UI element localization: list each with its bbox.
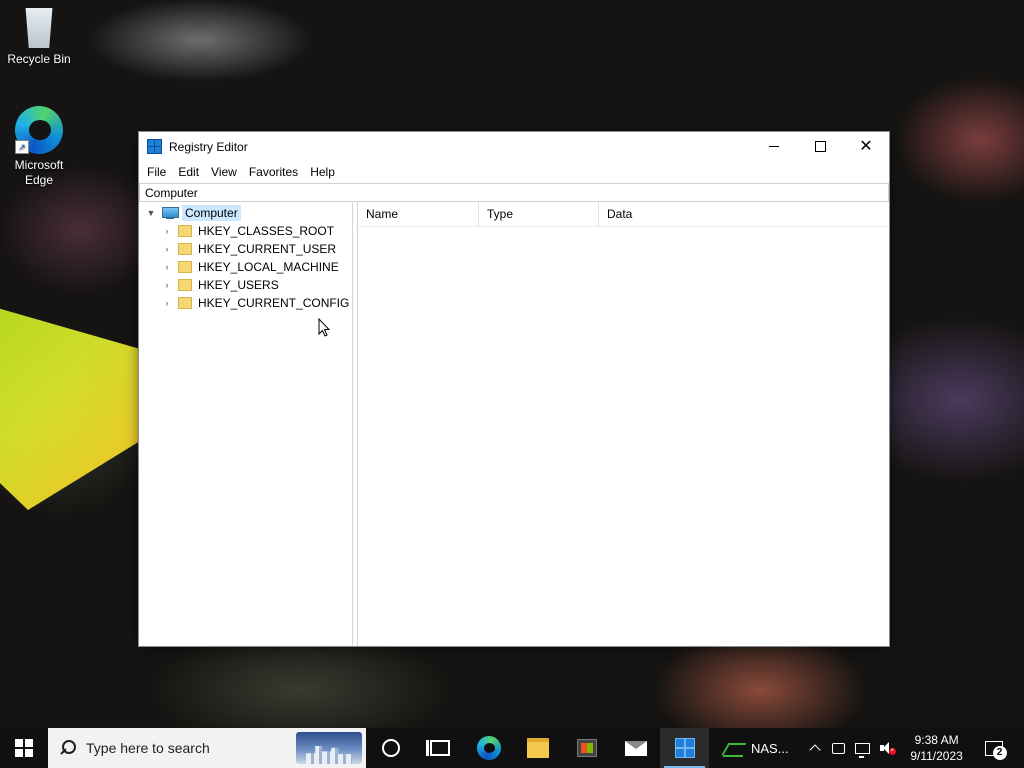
chevron-up-icon [808, 744, 821, 756]
expand-icon[interactable]: › [161, 261, 173, 273]
folder-icon [178, 225, 192, 237]
taskbar-file-explorer[interactable] [513, 728, 562, 768]
volume-button[interactable]: × [875, 728, 899, 768]
desktop-icon-recycle-bin[interactable]: Recycle Bin [1, 8, 77, 67]
registry-editor-icon [147, 139, 162, 154]
taskbar-mail[interactable] [611, 728, 660, 768]
values-list-pane[interactable]: Name Type Data [358, 202, 889, 646]
desktop-icon-label: Microsoft Edge [14, 158, 64, 187]
system-tray: × 9:38 AM 9/11/2023 2 [803, 728, 1015, 768]
column-header-type[interactable]: Type [479, 202, 599, 226]
registry-editor-icon [674, 738, 695, 758]
clock-time: 9:38 AM [914, 733, 959, 747]
start-button[interactable] [0, 728, 48, 768]
menu-favorites[interactable]: Favorites [243, 165, 304, 179]
collapse-icon[interactable]: ▼ [145, 207, 157, 219]
show-hidden-icons-button[interactable] [803, 728, 827, 768]
store-icon [576, 739, 597, 757]
desktop-icon-edge[interactable]: ↗ Microsoft Edge [1, 106, 77, 188]
tree-item-hkey-users[interactable]: › HKEY_USERS [139, 276, 352, 294]
wallpaper-fish [0, 303, 140, 510]
task-view-icon [425, 740, 450, 756]
taskbar-search-box[interactable]: Type here to search [48, 728, 366, 768]
window-title: Registry Editor [169, 139, 248, 154]
tree-pane[interactable]: ▼ Computer › HKEY_CLASSES_ROOT › HKEY_CU… [139, 202, 353, 646]
folder-icon [178, 297, 192, 309]
close-button[interactable]: ✕ [843, 132, 889, 161]
tree-item-hkey-classes-root[interactable]: › HKEY_CLASSES_ROOT [139, 222, 352, 240]
computer-icon [161, 207, 179, 219]
address-bar[interactable]: Computer [139, 183, 889, 202]
recycle-bin-icon [25, 8, 53, 48]
folder-icon [178, 261, 192, 273]
tree-item-label: HKEY_USERS [198, 278, 279, 292]
meet-now-icon [832, 742, 846, 754]
expand-icon[interactable]: › [161, 243, 173, 255]
shortcut-arrow-icon: ↗ [15, 140, 29, 154]
menu-bar: File Edit View Favorites Help [139, 161, 889, 183]
cortana-button[interactable] [366, 728, 415, 768]
list-header: Name Type Data [358, 202, 889, 227]
tree-item-computer[interactable]: ▼ Computer [139, 204, 352, 222]
network-icon [855, 742, 871, 758]
edge-icon [476, 736, 501, 760]
clock-date: 9/11/2023 [910, 749, 963, 763]
taskbar: Type here to search NAS... × 9:38 AM 9/1… [0, 728, 1024, 768]
address-text: Computer [145, 185, 198, 200]
taskbar-store[interactable] [562, 728, 611, 768]
mouse-cursor-icon [318, 317, 331, 342]
tree-item-label: HKEY_CURRENT_USER [198, 242, 337, 256]
tree-item-label: Computer [182, 205, 241, 221]
edge-icon: ↗ [15, 106, 63, 154]
expand-icon[interactable]: › [161, 297, 173, 309]
registry-editor-window: Registry Editor ✕ File Edit View Favorit… [138, 131, 890, 647]
close-icon: ✕ [859, 137, 873, 155]
taskbar-edge[interactable] [464, 728, 513, 768]
volume-muted-icon: × [879, 742, 896, 755]
network-button[interactable] [851, 728, 875, 768]
menu-help[interactable]: Help [304, 165, 341, 179]
meet-now-button[interactable] [827, 728, 851, 768]
file-explorer-icon [526, 738, 549, 758]
expand-icon[interactable]: › [161, 279, 173, 291]
tree-item-hkey-local-machine[interactable]: › HKEY_LOCAL_MACHINE [139, 258, 352, 276]
task-view-button[interactable] [415, 728, 464, 768]
expand-icon[interactable]: › [161, 225, 173, 237]
search-highlight-image [296, 732, 362, 764]
tree-item-label: HKEY_CLASSES_ROOT [198, 224, 335, 238]
menu-file[interactable]: File [141, 165, 172, 179]
tree-item-hkey-current-config[interactable]: › HKEY_CURRENT_CONFIG [139, 294, 352, 312]
tree-item-hkey-current-user[interactable]: › HKEY_CURRENT_USER [139, 240, 352, 258]
title-bar[interactable]: Registry Editor ✕ [139, 132, 889, 161]
tree-item-label: HKEY_LOCAL_MACHINE [198, 260, 339, 274]
column-header-name[interactable]: Name [358, 202, 479, 226]
desktop-icon-label: Recycle Bin [7, 52, 71, 66]
search-placeholder: Type here to search [86, 740, 210, 756]
mail-icon [624, 740, 647, 756]
folder-icon [178, 243, 192, 255]
clock[interactable]: 9:38 AM 9/11/2023 [901, 732, 973, 764]
stock-chart-icon [723, 739, 743, 757]
maximize-icon [814, 141, 826, 152]
tree-item-label: HKEY_CURRENT_CONFIG [198, 296, 350, 310]
nas-app-label: NAS... [751, 740, 789, 756]
search-icon [60, 740, 76, 756]
folder-icon [178, 279, 192, 291]
windows-logo-icon [15, 739, 33, 757]
cortana-icon [381, 739, 400, 757]
taskbar-nas-app[interactable]: NAS... [709, 728, 795, 768]
action-center-button[interactable]: 2 [973, 728, 1015, 768]
maximize-button[interactable] [797, 132, 843, 161]
column-header-data[interactable]: Data [599, 202, 889, 226]
taskbar-registry-editor[interactable] [660, 728, 709, 768]
menu-view[interactable]: View [205, 165, 243, 179]
minimize-button[interactable] [751, 132, 797, 161]
menu-edit[interactable]: Edit [172, 165, 205, 179]
minimize-icon [769, 146, 779, 147]
notification-count-badge: 2 [992, 746, 1007, 760]
